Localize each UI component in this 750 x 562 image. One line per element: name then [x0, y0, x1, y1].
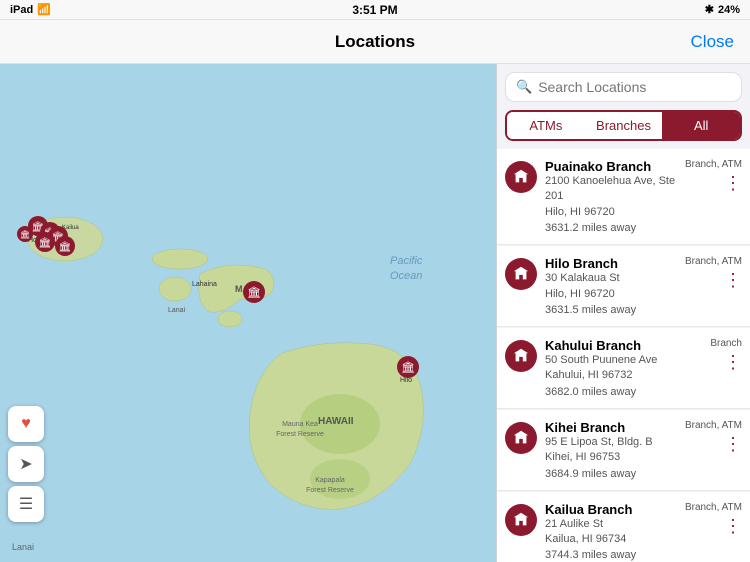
search-bar[interactable]: 🔍: [505, 72, 742, 102]
search-icon: 🔍: [516, 79, 532, 95]
location-button[interactable]: ➤: [8, 446, 44, 482]
list-item: Kahului Branch 50 South Puunene Ave Kahu…: [497, 328, 750, 409]
svg-text:🏛: 🏛: [20, 230, 30, 239]
more-button[interactable]: ⋮: [724, 353, 742, 371]
location-city: Kailua, HI 96734: [545, 532, 677, 547]
location-type: Branch: [710, 338, 742, 349]
location-info: Kihei Branch 95 E Lipoa St, Bldg. B Kihe…: [545, 420, 677, 480]
svg-text:Lanai: Lanai: [168, 307, 186, 314]
list-item: Hilo Branch 30 Kalakaua St Hilo, HI 9672…: [497, 246, 750, 327]
location-address: 95 E Lipoa St, Bldg. B: [545, 435, 677, 450]
branch-icon: [505, 161, 537, 193]
left-toolbar: ♥ ➤ ☰: [8, 406, 44, 522]
svg-text:Mauna Kea: Mauna Kea: [282, 421, 318, 428]
location-type: Branch, ATM: [685, 502, 742, 513]
location-type: Branch, ATM: [685, 159, 742, 170]
battery-label: 24%: [718, 4, 740, 16]
location-address: 21 Aulike St: [545, 517, 677, 532]
svg-text:HAWAII: HAWAII: [318, 416, 354, 427]
location-distance: 3631.5 miles away: [545, 304, 677, 316]
location-info: Hilo Branch 30 Kalakaua St Hilo, HI 9672…: [545, 256, 677, 316]
location-city: Kahului, HI 96732: [545, 368, 702, 383]
branch-icon: [505, 258, 537, 290]
svg-text:Hilo: Hilo: [400, 377, 412, 384]
location-right: Branch ⋮: [710, 338, 742, 371]
svg-text:Forest Reserve: Forest Reserve: [306, 487, 354, 494]
location-name: Hilo Branch: [545, 256, 677, 271]
svg-text:Ocean: Ocean: [390, 270, 422, 282]
more-button[interactable]: ⋮: [724, 174, 742, 192]
favorite-button[interactable]: ♥: [8, 406, 44, 442]
right-panel: 🔍 ATMs Branches All Puainako Branch 2100…: [496, 64, 750, 562]
svg-text:🏛: 🏛: [59, 241, 72, 253]
location-right: Branch, ATM ⋮: [685, 502, 742, 535]
svg-text:🏛: 🏛: [39, 237, 52, 249]
list-button[interactable]: ☰: [8, 486, 44, 522]
tab-atms[interactable]: ATMs: [507, 112, 585, 139]
lanai-label: Lanai: [12, 542, 34, 552]
close-button[interactable]: Close: [691, 32, 734, 52]
list-item: Kailua Branch 21 Aulike St Kailua, HI 96…: [497, 492, 750, 562]
status-time: 3:51 PM: [352, 3, 397, 17]
branch-icon: [505, 340, 537, 372]
status-right: ✱ 24%: [705, 3, 740, 16]
list-icon: ☰: [19, 494, 33, 514]
location-address: 50 South Puunene Ave: [545, 353, 702, 368]
status-bar: iPad 📶 3:51 PM ✱ 24%: [0, 0, 750, 20]
location-right: Branch, ATM ⋮: [685, 420, 742, 453]
more-button[interactable]: ⋮: [724, 517, 742, 535]
tab-branches[interactable]: Branches: [585, 112, 663, 139]
more-button[interactable]: ⋮: [724, 435, 742, 453]
map-svg: Lahaina MAUI HAWAII Pacific Ocean Mauna …: [0, 64, 496, 562]
svg-text:Pacific: Pacific: [390, 255, 423, 267]
heart-icon: ♥: [21, 415, 31, 433]
main-layout: Lahaina MAUI HAWAII Pacific Ocean Mauna …: [0, 64, 750, 562]
location-name: Kailua Branch: [545, 502, 677, 517]
search-input[interactable]: [538, 79, 731, 95]
location-info: Kailua Branch 21 Aulike St Kailua, HI 96…: [545, 502, 677, 562]
status-left: iPad 📶: [10, 3, 51, 16]
location-type: Branch, ATM: [685, 420, 742, 431]
location-info: Kahului Branch 50 South Puunene Ave Kahu…: [545, 338, 702, 398]
title-bar: Locations Close: [0, 20, 750, 64]
location-name: Kihei Branch: [545, 420, 677, 435]
location-distance: 3682.0 miles away: [545, 386, 702, 398]
wifi-icon: 📶: [37, 3, 51, 16]
svg-text:🏛: 🏛: [401, 361, 415, 374]
location-distance: 3744.3 miles away: [545, 549, 677, 561]
svg-text:Forest Reserve: Forest Reserve: [276, 431, 324, 438]
more-button[interactable]: ⋮: [724, 271, 742, 289]
tab-all[interactable]: All: [662, 112, 740, 139]
location-city: Hilo, HI 96720: [545, 287, 677, 302]
svg-text:Lahaina: Lahaina: [192, 281, 217, 288]
location-address: 30 Kalakaua St: [545, 271, 677, 286]
bluetooth-icon: ✱: [705, 3, 714, 16]
map-area[interactable]: Lahaina MAUI HAWAII Pacific Ocean Mauna …: [0, 64, 496, 562]
svg-text:🏛: 🏛: [247, 286, 261, 299]
branch-icon: [505, 422, 537, 454]
location-info: Puainako Branch 2100 Kanoelehua Ave, Ste…: [545, 159, 677, 234]
location-type: Branch, ATM: [685, 256, 742, 267]
location-icon: ➤: [19, 454, 32, 474]
list-item: Kihei Branch 95 E Lipoa St, Bldg. B Kihe…: [497, 410, 750, 491]
list-item: Puainako Branch 2100 Kanoelehua Ave, Ste…: [497, 149, 750, 245]
ipad-label: iPad: [10, 4, 33, 16]
page-title: Locations: [335, 32, 415, 52]
location-name: Puainako Branch: [545, 159, 677, 174]
filter-tabs: ATMs Branches All: [505, 110, 742, 141]
location-right: Branch, ATM ⋮: [685, 159, 742, 192]
location-list[interactable]: Puainako Branch 2100 Kanoelehua Ave, Ste…: [497, 149, 750, 562]
location-right: Branch, ATM ⋮: [685, 256, 742, 289]
svg-text:Kapapala: Kapapala: [315, 477, 345, 484]
branch-icon: [505, 504, 537, 536]
location-name: Kahului Branch: [545, 338, 702, 353]
location-distance: 3684.9 miles away: [545, 468, 677, 480]
location-distance: 3631.2 miles away: [545, 222, 677, 234]
location-city: Kihei, HI 96753: [545, 450, 677, 465]
location-address: 2100 Kanoelehua Ave, Ste 201: [545, 174, 677, 205]
location-city: Hilo, HI 96720: [545, 205, 677, 220]
